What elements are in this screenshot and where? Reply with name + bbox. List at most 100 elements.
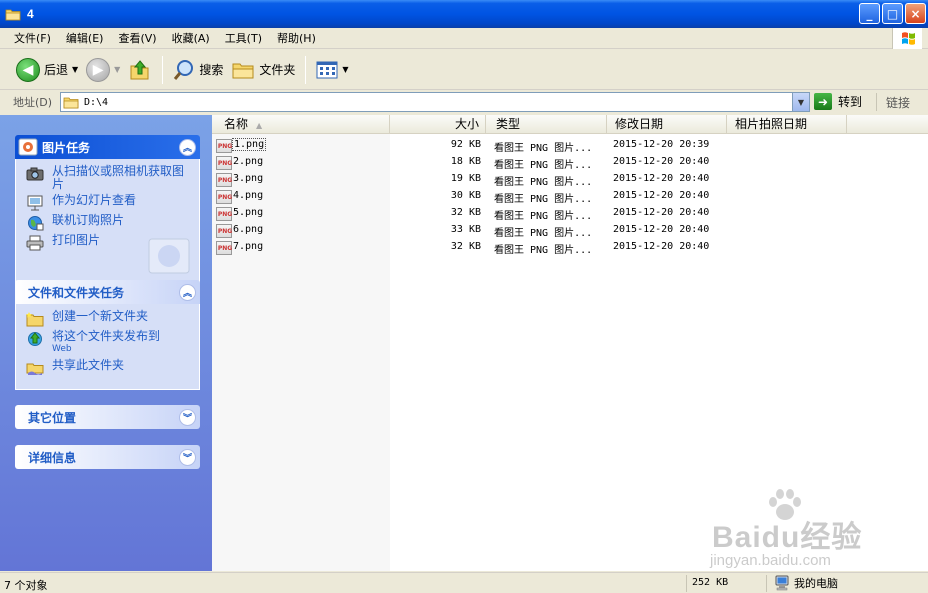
views-dropdown-icon[interactable]: ▼ — [342, 65, 348, 74]
menu-tools[interactable]: 工具(T) — [225, 30, 262, 46]
file-type: 看图王 PNG 图片... — [494, 245, 593, 256]
views-icon — [316, 61, 338, 78]
task-share-folder[interactable]: 共享此文件夹 — [26, 359, 189, 376]
pictures-watermark-icon — [148, 238, 190, 274]
picture-tasks-title: 图片任务 — [42, 140, 91, 155]
task-label: 打印图片 — [52, 233, 101, 247]
task-new-folder[interactable]: 创建一个新文件夹 — [26, 310, 189, 327]
task-order-prints[interactable]: 联机订购照片 — [26, 214, 189, 231]
address-path: D:\4 — [84, 96, 109, 108]
go-label: 转到 — [838, 95, 863, 109]
printer-icon — [26, 235, 44, 251]
status-separator — [766, 575, 767, 592]
file-type: 看图王 PNG 图片... — [494, 160, 593, 171]
forward-button[interactable]: ▶ ▼ — [82, 54, 124, 86]
task-label-sub: Web — [52, 344, 72, 354]
close-button[interactable]: × — [905, 3, 926, 24]
task-pane: 图片任务 ︽ 从扫描仪或照相机获取图片 作为幻灯片查看 联机订购照片 打印图片 … — [0, 115, 212, 571]
maximize-button[interactable]: □ — [882, 3, 903, 24]
back-button[interactable]: ◀ 后退 ▼ — [12, 54, 82, 86]
collapse-icon[interactable]: ︽ — [179, 283, 196, 301]
search-button[interactable]: 搜索 — [169, 54, 227, 86]
column-name-label: 名称 — [224, 117, 249, 131]
forward-dropdown-icon[interactable]: ▼ — [114, 65, 120, 74]
task-slideshow[interactable]: 作为幻灯片查看 — [26, 194, 189, 211]
back-dropdown-icon[interactable]: ▼ — [72, 65, 78, 74]
file-folder-tasks-header[interactable]: 文件和文件夹任务 ︽ — [15, 280, 200, 304]
file-row[interactable]: 4.png 30 KB 看图王 PNG 图片... 2015-12-20 20:… — [212, 188, 928, 205]
task-get-pictures[interactable]: 从扫描仪或照相机获取图片 — [26, 165, 189, 191]
file-size: 33 KB — [450, 224, 481, 235]
folder-icon — [63, 97, 79, 109]
up-folder-icon — [130, 59, 149, 79]
address-input[interactable]: D:\4 ▼ — [60, 92, 810, 112]
task-publish-web[interactable]: 将这个文件夹发布到 Web — [26, 330, 189, 356]
task-label: 从扫描仪或照相机获取图片 — [52, 164, 185, 191]
menu-view[interactable]: 查看(V) — [118, 30, 156, 46]
file-row[interactable]: 5.png 32 KB 看图王 PNG 图片... 2015-12-20 20:… — [212, 205, 928, 222]
file-row[interactable]: 1.png 92 KB 看图王 PNG 图片... 2015-12-20 20:… — [212, 137, 928, 154]
menu-edit[interactable]: 编辑(E) — [66, 30, 104, 46]
details-header[interactable]: 详细信息 ︾ — [15, 445, 200, 469]
location-indicator: 我的电脑 — [774, 575, 838, 591]
file-size: 92 KB — [450, 139, 481, 150]
globe-order-icon — [28, 216, 44, 231]
folders-button[interactable]: 文件夹 — [227, 54, 299, 86]
menu-file[interactable]: 文件(F) — [14, 30, 51, 46]
picture-tasks-header[interactable]: 图片任务 ︽ — [15, 135, 200, 159]
title-bar[interactable]: 4 _ □ × — [0, 0, 928, 28]
search-icon — [174, 59, 194, 80]
file-folder-tasks-panel: 文件和文件夹任务 ︽ 创建一个新文件夹 将这个文件夹发布到 Web 共享此文件夹 — [15, 280, 200, 390]
task-label: 创建一个新文件夹 — [52, 309, 149, 323]
task-label: 作为幻灯片查看 — [52, 193, 137, 207]
menu-favorites[interactable]: 收藏(A) — [172, 30, 210, 46]
file-row[interactable]: 2.png 18 KB 看图王 PNG 图片... 2015-12-20 20:… — [212, 154, 928, 171]
file-modified: 2015-12-20 20:40 — [613, 224, 710, 235]
picture-tasks-body: 从扫描仪或照相机获取图片 作为幻灯片查看 联机订购照片 打印图片 — [15, 159, 200, 286]
links-button[interactable]: 链接 — [886, 94, 910, 111]
address-dropdown-button[interactable]: ▼ — [792, 93, 809, 111]
menu-bar: 文件(F) 编辑(E) 查看(V) 收藏(A) 工具(T) 帮助(H) — [0, 28, 928, 49]
close-icon: × — [910, 6, 921, 21]
file-size: 19 KB — [450, 173, 481, 184]
up-folder-button[interactable] — [124, 54, 156, 86]
file-row[interactable]: 3.png 19 KB 看图王 PNG 图片... 2015-12-20 20:… — [212, 171, 928, 188]
file-row[interactable]: 7.png 32 KB 看图王 PNG 图片... 2015-12-20 20:… — [212, 239, 928, 256]
file-type: 看图王 PNG 图片... — [494, 177, 593, 188]
file-modified: 2015-12-20 20:40 — [613, 241, 710, 252]
other-places-panel: 其它位置 ︾ — [15, 405, 200, 429]
details-title: 详细信息 — [28, 450, 77, 465]
status-separator — [686, 575, 687, 592]
expand-icon[interactable]: ︾ — [179, 408, 196, 426]
views-button[interactable]: ▼ — [312, 54, 352, 86]
back-label: 后退 — [44, 63, 69, 77]
minimize-button[interactable]: _ — [859, 3, 880, 24]
toolbar-separator — [162, 55, 164, 84]
column-header-date-taken[interactable]: 相片拍照日期 — [727, 115, 847, 134]
windows-flag-icon — [902, 32, 915, 45]
menu-help[interactable]: 帮助(H) — [277, 30, 316, 46]
png-file-icon — [216, 173, 233, 187]
column-header-type[interactable]: 类型 — [486, 115, 607, 134]
collapse-icon[interactable]: ︽ — [179, 138, 196, 156]
other-places-title: 其它位置 — [28, 410, 77, 425]
file-modified: 2015-12-20 20:39 — [613, 139, 710, 150]
object-count: 7 个对象 — [4, 579, 48, 592]
file-row[interactable]: 6.png 33 KB 看图王 PNG 图片... 2015-12-20 20:… — [212, 222, 928, 239]
file-type: 看图王 PNG 图片... — [494, 194, 593, 205]
go-button[interactable]: ➜ 转到 — [814, 93, 862, 110]
address-separator — [876, 93, 877, 111]
column-header-name[interactable]: 名称 ▲ — [212, 115, 390, 134]
pictures-icon — [18, 138, 38, 156]
task-label: 联机订购照片 — [52, 213, 125, 227]
file-rows: 1.png 92 KB 看图王 PNG 图片... 2015-12-20 20:… — [212, 137, 928, 256]
column-header-size[interactable]: 大小 — [390, 115, 486, 134]
task-label-wrap: 将这个文件夹发布到 Web — [52, 330, 160, 356]
baidu-watermark: Baidu经验 jingyan.baidu.com — [700, 488, 900, 569]
expand-icon[interactable]: ︾ — [179, 448, 196, 466]
column-header-modified[interactable]: 修改日期 — [607, 115, 727, 134]
slideshow-icon — [27, 195, 43, 211]
other-places-header[interactable]: 其它位置 ︾ — [15, 405, 200, 429]
status-bar: 7 个对象 252 KB 我的电脑 — [0, 572, 928, 593]
file-modified: 2015-12-20 20:40 — [613, 190, 710, 201]
